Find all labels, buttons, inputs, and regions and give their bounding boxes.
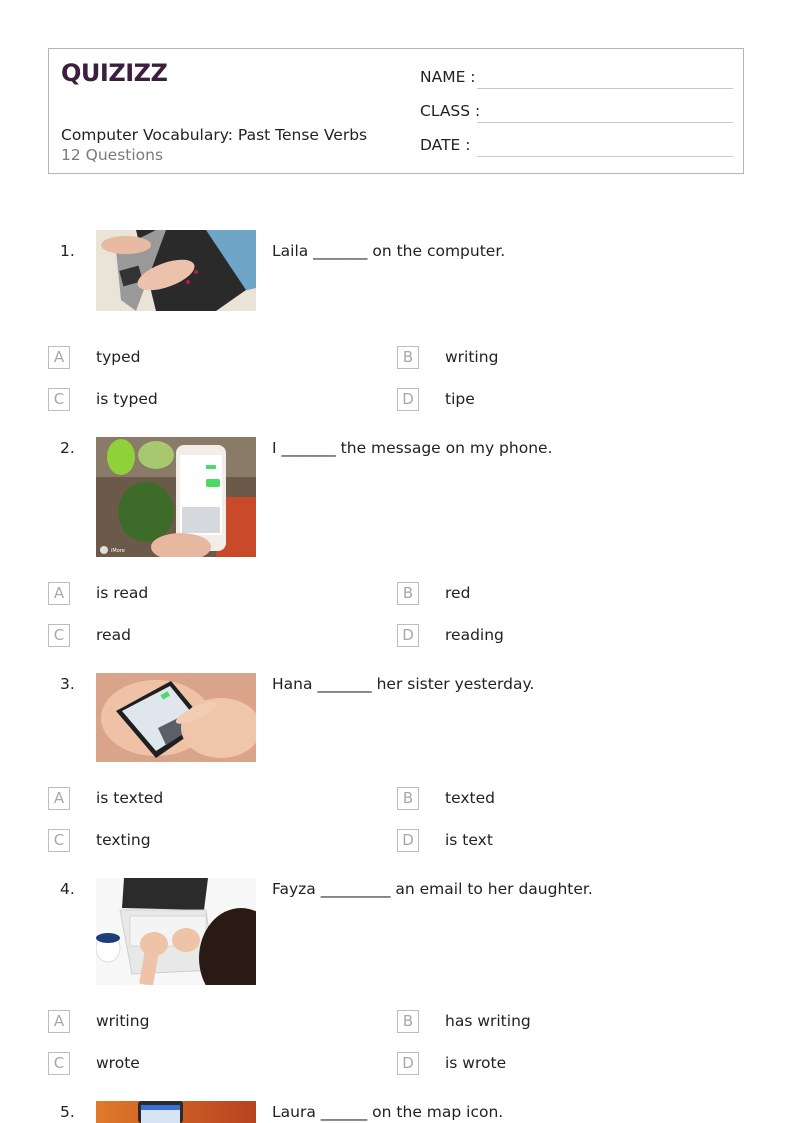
option-text: has writing [445, 1012, 531, 1030]
option-text: typed [96, 348, 141, 366]
worksheet-title: Computer Vocabulary: Past Tense Verbs [61, 126, 368, 144]
option-text: is text [445, 831, 493, 849]
question-image-woman-laptop [96, 878, 256, 985]
option-text: writing [96, 1012, 150, 1030]
question-text: Hana _______ her sister yesterday. [272, 675, 535, 693]
option-letter-box[interactable]: D [397, 1052, 419, 1075]
option-text: texting [96, 831, 151, 849]
option-text: writing [445, 348, 499, 366]
option-letter-box[interactable]: D [397, 388, 419, 411]
option-letter-box[interactable]: A [48, 582, 70, 605]
option-letter-box[interactable]: B [397, 582, 419, 605]
quizizz-logo: QUIZIZZ [61, 59, 168, 87]
class-line [477, 122, 733, 123]
worksheet-header: QUIZIZZ Computer Vocabulary: Past Tense … [48, 48, 744, 174]
option-text: texted [445, 789, 495, 807]
option-letter-box[interactable]: B [397, 1010, 419, 1033]
question-number: 5. [60, 1103, 75, 1121]
option-letter-box[interactable]: C [48, 624, 70, 647]
question-number: 2. [60, 439, 75, 457]
question-text: I _______ the message on my phone. [272, 439, 553, 457]
option-letter-box[interactable]: A [48, 346, 70, 369]
option-text: tipe [445, 390, 475, 408]
image-caption: iMore [111, 548, 125, 554]
question-text: Laura ______ on the map icon. [272, 1103, 504, 1121]
name-label: NAME : [420, 68, 476, 86]
option-letter-box[interactable]: A [48, 1010, 70, 1033]
option-letter-box[interactable]: C [48, 829, 70, 852]
option-letter-box[interactable]: B [397, 346, 419, 369]
question-number: 1. [60, 242, 75, 260]
option-letter-box[interactable]: A [48, 787, 70, 810]
question-number: 4. [60, 880, 75, 898]
question-text: Fayza _________ an email to her daughter… [272, 880, 593, 898]
option-text: reading [445, 626, 504, 644]
option-letter-box[interactable]: D [397, 829, 419, 852]
question-image-texting [96, 673, 256, 762]
class-field: CLASS : [420, 102, 733, 126]
option-text: red [445, 584, 471, 602]
option-text: wrote [96, 1054, 140, 1072]
option-letter-box[interactable]: B [397, 787, 419, 810]
question-text: Laila _______ on the computer. [272, 242, 506, 260]
date-line [477, 156, 733, 157]
option-letter-box[interactable]: C [48, 1052, 70, 1075]
question-number: 3. [60, 675, 75, 693]
option-text: read [96, 626, 131, 644]
date-label: DATE : [420, 136, 471, 154]
date-field: DATE : [420, 136, 733, 160]
option-letter-box[interactable]: C [48, 388, 70, 411]
class-label: CLASS : [420, 102, 481, 120]
option-letter-box[interactable]: D [397, 624, 419, 647]
option-text: is texted [96, 789, 164, 807]
option-text: is wrote [445, 1054, 507, 1072]
name-field: NAME : [420, 68, 733, 92]
option-text: is read [96, 584, 149, 602]
option-text: is typed [96, 390, 158, 408]
question-image-laptop-typing [96, 230, 256, 311]
question-count: 12 Questions [61, 146, 164, 164]
question-image-phone-map [96, 1101, 256, 1123]
name-line [477, 88, 733, 89]
question-image-phone-message: iMore [96, 437, 256, 557]
